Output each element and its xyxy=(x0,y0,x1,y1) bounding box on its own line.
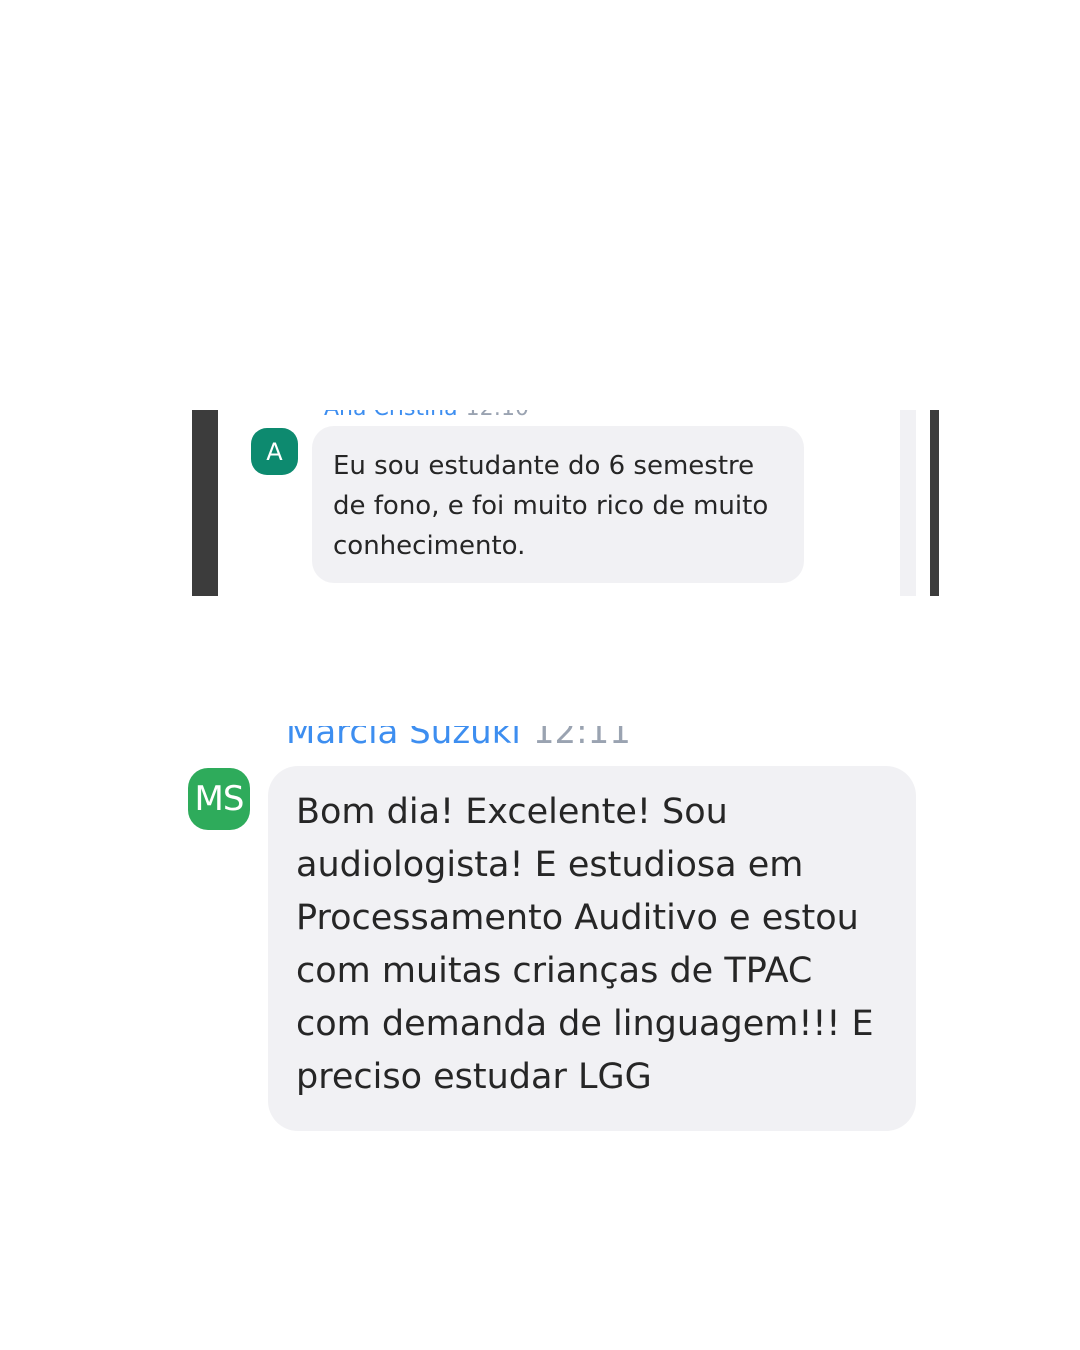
avatar-initials: MS xyxy=(194,779,245,819)
message-text: Eu sou estudante do 6 semestre de fono, … xyxy=(333,451,769,561)
window-edge-left xyxy=(192,410,218,596)
avatar-initials: A xyxy=(266,437,283,466)
avatar[interactable]: A xyxy=(251,428,298,475)
message-bubble[interactable]: Eu sou estudante do 6 semestre de fono, … xyxy=(312,426,804,583)
message-bubble[interactable]: Bom dia! Excelente! Sou audiologista! E … xyxy=(268,766,916,1131)
message-text: Bom dia! Excelente! Sou audiologista! E … xyxy=(296,792,874,1097)
window-edge-right xyxy=(930,410,939,596)
message-header: Ana Cristina 12:10 xyxy=(324,410,529,421)
scrollbar-track[interactable] xyxy=(900,410,916,596)
sender-name[interactable]: Marcia Suzuki xyxy=(286,726,521,752)
chat-screenshot-1: Ana Cristina 12:10 A Eu sou estudante do … xyxy=(192,410,939,596)
avatar[interactable]: MS xyxy=(188,768,250,830)
message-timestamp: 12:11 xyxy=(532,726,631,752)
sender-name[interactable]: Ana Cristina xyxy=(324,410,458,421)
chat-screenshot-2: Marcia Suzuki 12:11 MS Bom dia! Excelente… xyxy=(186,726,926,1136)
message-header: Marcia Suzuki 12:11 xyxy=(286,726,631,752)
message-timestamp: 12:10 xyxy=(466,410,529,421)
